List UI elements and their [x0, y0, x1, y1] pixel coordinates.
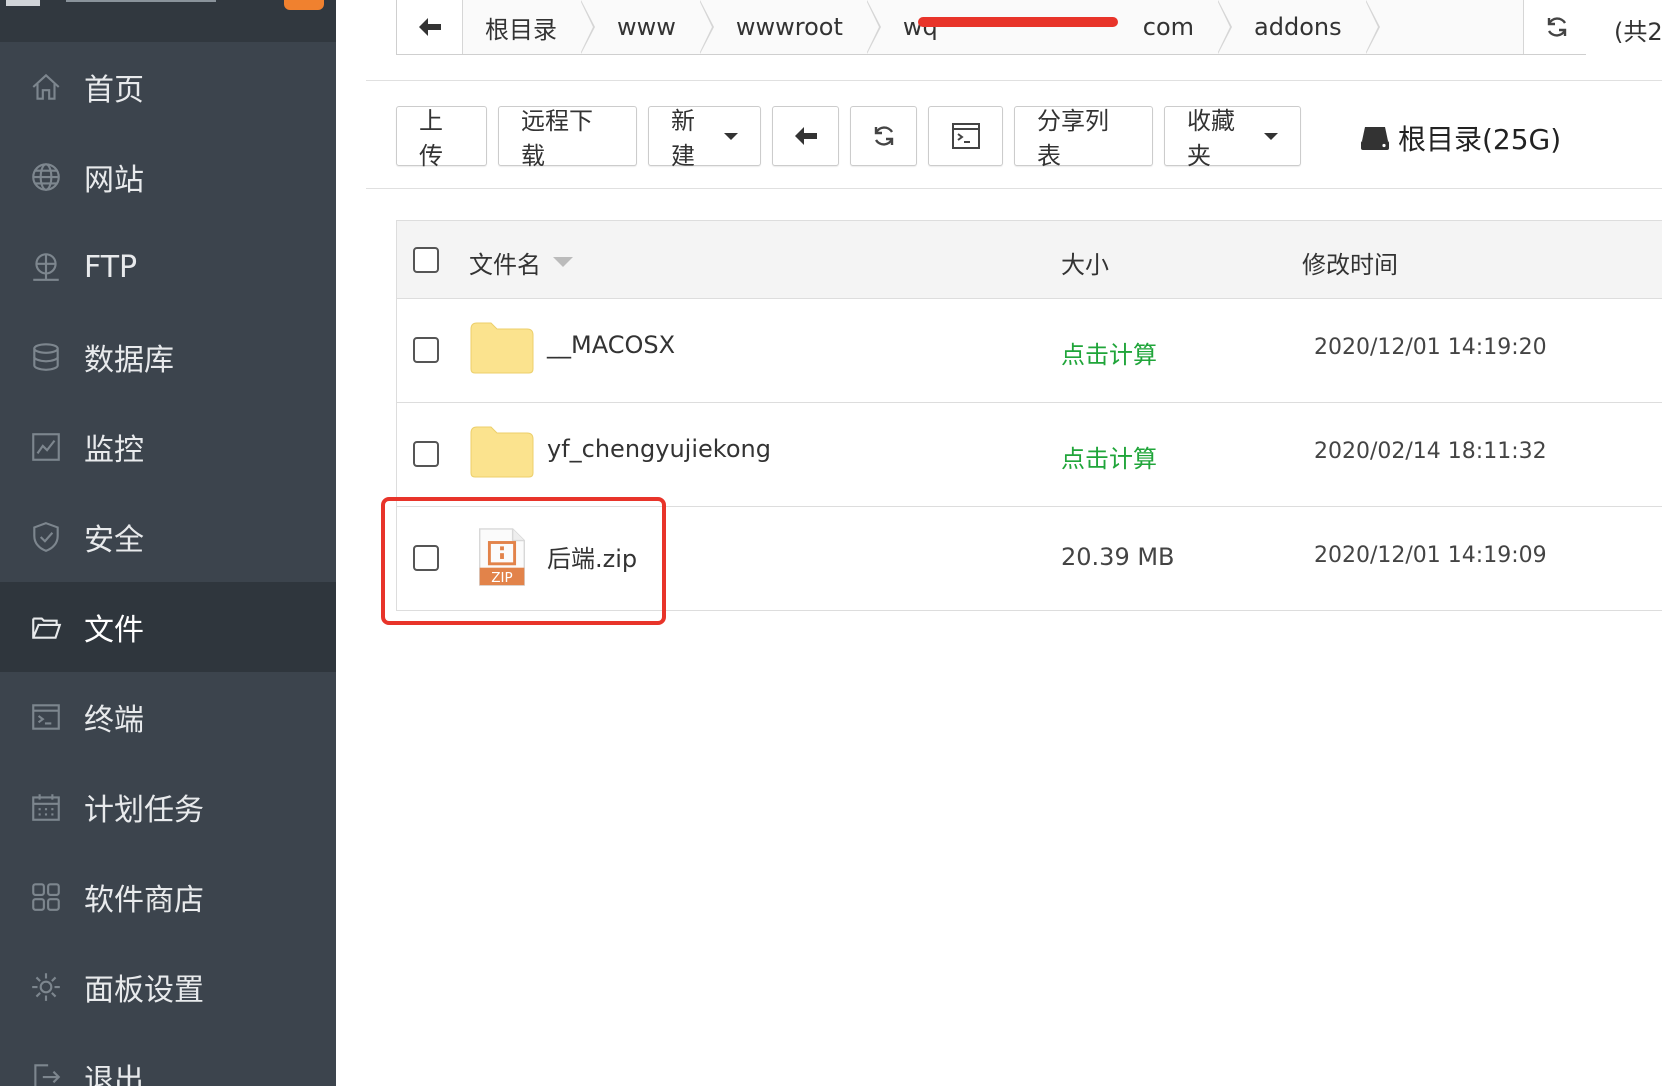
folder-icon [470, 322, 534, 374]
sidebar-item-website[interactable]: 网站 [0, 132, 336, 222]
remote-download-button[interactable]: 远程下载 [498, 106, 637, 170]
select-all-checkbox[interactable] [413, 247, 439, 273]
sidebar-item-label: 退出 [84, 1063, 144, 1086]
calendar-icon [28, 789, 64, 825]
refresh-button[interactable] [850, 106, 917, 166]
file-name-link[interactable]: __MACOSX [547, 331, 675, 359]
file-name-link[interactable]: yf_chengyujiekong [547, 435, 771, 463]
file-count-text: (共2 [1614, 18, 1662, 46]
monitor-icon [28, 429, 64, 465]
ftp-icon [28, 249, 64, 285]
sidebar-item-label: 文件 [84, 613, 144, 648]
breadcrumb-item-wwwroot[interactable]: wwwroot [714, 0, 881, 54]
divider [366, 188, 1662, 189]
notification-badge[interactable] [284, 0, 324, 10]
sidebar-item-label: 软件商店 [84, 883, 204, 918]
terminal-icon [951, 123, 980, 149]
sidebar-item-label: 数据库 [84, 343, 174, 378]
column-header-modified[interactable]: 修改时间 [1302, 245, 1398, 280]
row-checkbox[interactable] [413, 337, 439, 363]
toolbar: 上传 远程下载 新建 分享列表 收藏夹 [396, 106, 1301, 170]
breadcrumb-item-root[interactable]: 根目录 [463, 0, 595, 54]
sidebar-header [0, 0, 336, 42]
terminal-button[interactable] [928, 106, 1003, 166]
logo-text [66, 0, 216, 2]
sidebar-item-label: FTP [84, 249, 138, 285]
modified-time: 2020/02/14 18:11:32 [1314, 439, 1547, 464]
table-header: 文件名 大小 修改时间 [397, 221, 1662, 299]
breadcrumb-back-button[interactable] [397, 0, 463, 54]
share-list-button[interactable]: 分享列表 [1014, 106, 1153, 170]
calc-size-link[interactable]: 点击计算 [1061, 439, 1157, 474]
sidebar-item-database[interactable]: 数据库 [0, 312, 336, 402]
sidebar-item-security[interactable]: 安全 [0, 492, 336, 582]
breadcrumb-item-www[interactable]: www [595, 0, 714, 54]
file-name-link[interactable]: 后端.zip [547, 539, 637, 574]
modified-time: 2020/12/01 14:19:20 [1314, 335, 1547, 360]
sidebar-item-label: 计划任务 [84, 793, 204, 828]
favorites-dropdown-button[interactable]: 收藏夹 [1164, 106, 1301, 170]
zip-label: ZIP [491, 570, 512, 586]
apps-grid-icon [28, 879, 64, 915]
sidebar-item-label: 终端 [84, 703, 144, 738]
sidebar-item-software-store[interactable]: 软件商店 [0, 852, 336, 942]
zip-file-icon: ZIP [478, 528, 526, 586]
disk-info: 根目录(25G) [1360, 118, 1561, 158]
logout-icon [28, 1059, 64, 1086]
logo [6, 0, 40, 6]
sidebar-item-panel-settings[interactable]: 面板设置 [0, 942, 336, 1032]
folder-open-icon [28, 609, 64, 645]
row-checkbox[interactable] [413, 545, 439, 571]
table-row[interactable]: yf_chengyujiekong 点击计算 2020/02/14 18:11:… [397, 403, 1662, 507]
sidebar-item-logout[interactable]: 退出 [0, 1032, 336, 1086]
column-header-size[interactable]: 大小 [1061, 245, 1109, 280]
table-row[interactable]: __MACOSX 点击计算 2020/12/01 14:19:20 [397, 299, 1662, 403]
folder-icon [470, 426, 534, 478]
shield-icon [28, 519, 64, 555]
sidebar-item-label: 监控 [84, 433, 144, 468]
divider [366, 80, 1662, 81]
column-header-name[interactable]: 文件名 [469, 245, 573, 280]
caret-down-icon [724, 132, 738, 140]
file-size: 20.39 MB [1061, 543, 1175, 571]
calc-size-link[interactable]: 点击计算 [1061, 335, 1157, 370]
new-dropdown-button[interactable]: 新建 [648, 106, 761, 170]
modified-time: 2020/12/01 14:19:09 [1314, 543, 1547, 568]
sidebar-item-files[interactable]: 文件 [0, 582, 336, 672]
globe-icon [28, 159, 64, 195]
terminal-icon [28, 699, 64, 735]
gear-icon [28, 969, 64, 1005]
sidebar-item-monitor[interactable]: 监控 [0, 402, 336, 492]
table-row[interactable]: ZIP 后端.zip 20.39 MB 2020/12/01 14:19:09 [397, 507, 1662, 611]
sidebar-item-label: 面板设置 [84, 973, 204, 1008]
sidebar-item-label: 安全 [84, 523, 144, 558]
sidebar-item-label: 网站 [84, 163, 144, 198]
sidebar-item-terminal[interactable]: 终端 [0, 672, 336, 762]
sidebar-item-cron[interactable]: 计划任务 [0, 762, 336, 852]
sidebar-item-label: 首页 [84, 73, 144, 108]
hard-drive-icon [1361, 127, 1389, 150]
file-table: 文件名 大小 修改时间 __MACOSX 点击计算 2020/12/01 14:… [396, 220, 1662, 611]
breadcrumb: 根目录 www wwwroot wq com addons [396, 0, 1589, 55]
sidebar: 首页 网站 FTP 数据库 监控 安全 文件 终端 计划任务 软件商店 面板设置… [0, 0, 336, 1086]
breadcrumb-item-addons[interactable]: addons [1232, 0, 1380, 54]
sidebar-item-ftp[interactable]: FTP [0, 222, 336, 312]
database-icon [28, 339, 64, 375]
sidebar-menu: 首页 网站 FTP 数据库 监控 安全 文件 终端 计划任务 软件商店 面板设置… [0, 42, 336, 1086]
back-button[interactable] [772, 106, 839, 166]
caret-down-icon [1264, 132, 1278, 140]
home-icon [28, 69, 64, 105]
arrow-left-icon [418, 18, 441, 36]
row-checkbox[interactable] [413, 441, 439, 467]
sidebar-item-home[interactable]: 首页 [0, 42, 336, 132]
redaction-mark [917, 17, 1118, 27]
breadcrumb-item-domain[interactable]: wq com [881, 0, 1233, 54]
arrow-left-icon [794, 127, 817, 145]
sort-desc-icon [553, 257, 573, 267]
main-content: 根目录 www wwwroot wq com addons (共2 上传 远程下… [366, 0, 1662, 1086]
breadcrumb-refresh-button[interactable] [1523, 0, 1589, 54]
refresh-icon [1547, 17, 1566, 37]
refresh-icon [874, 126, 893, 146]
upload-button[interactable]: 上传 [396, 106, 487, 170]
